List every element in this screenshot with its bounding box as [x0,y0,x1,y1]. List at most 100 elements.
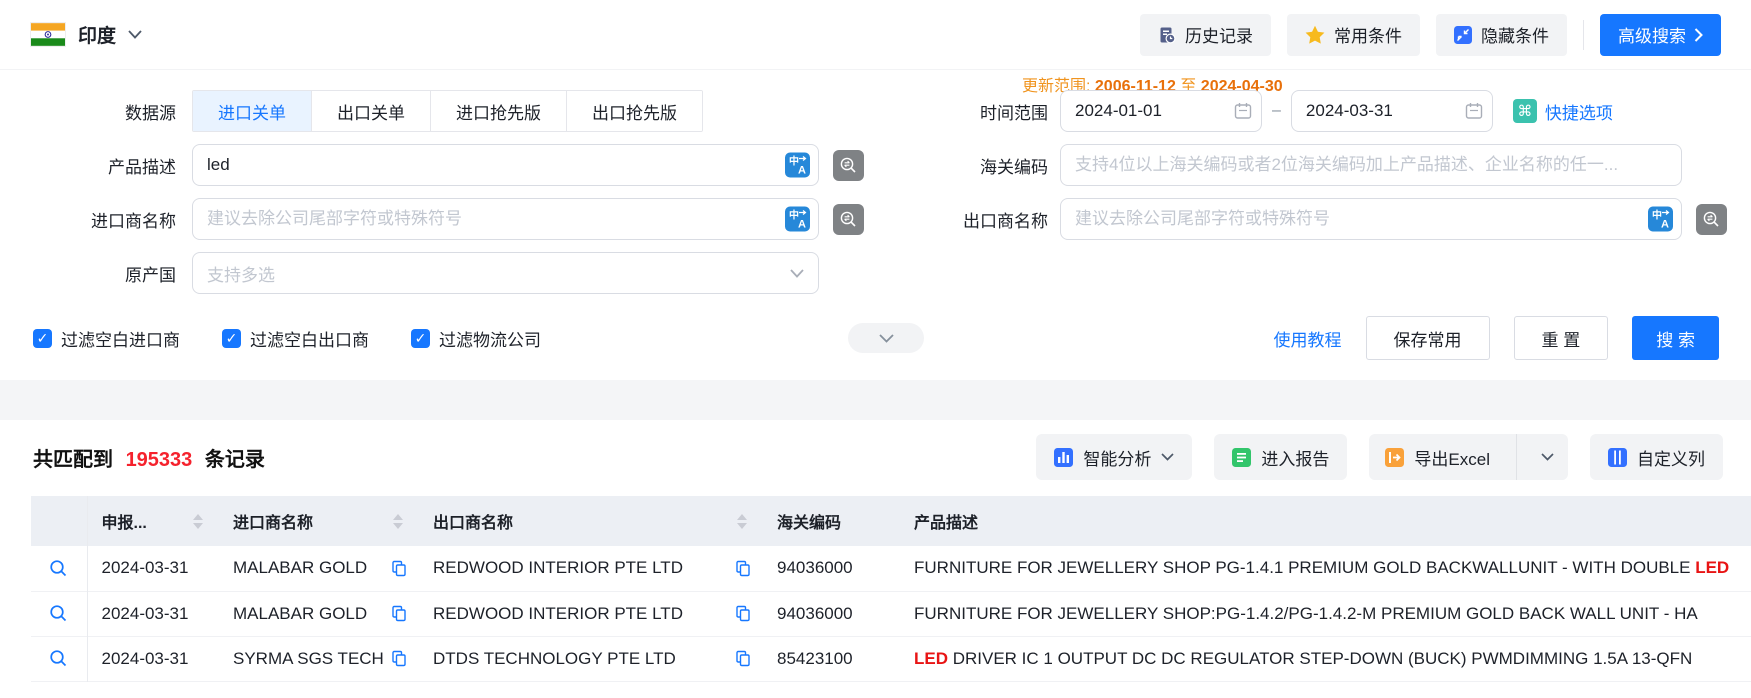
start-date-input[interactable] [1060,90,1262,132]
calendar-icon[interactable] [1234,102,1252,120]
copy-icon[interactable] [391,560,407,577]
table-row: 2024-03-31 SYRMA SGS TECH DTDS TECHNOLOG… [31,636,1751,681]
quick-options-button[interactable]: ⌘ 快捷选项 [1512,99,1613,124]
export-options-caret[interactable] [1527,434,1568,480]
tab-export-preview[interactable]: 出口抢先版 [566,91,702,131]
checkbox-label: 过滤物流公司 [439,330,541,350]
copy-icon[interactable] [391,650,407,667]
hs-code-input[interactable] [1060,144,1682,186]
tab-import-preview[interactable]: 进口抢先版 [430,91,566,131]
header-desc: 产品描述 [900,496,1751,546]
synonym-search-button[interactable] [833,203,864,235]
collapse-form-button[interactable] [848,323,924,353]
header-hs-code: 海关编码 [763,496,900,546]
cell-desc: FURNITURE FOR JEWELLERY SHOP PG-1.4.1 PR… [914,558,1730,578]
favorites-button[interactable]: 常用条件 [1287,13,1420,56]
header-desc-label: 产品描述 [914,515,979,532]
report-icon [1232,447,1252,467]
origin-label: 原产国 [125,265,176,285]
copy-icon[interactable] [735,560,751,577]
hide-conditions-button[interactable]: 隐藏条件 [1436,13,1567,56]
country-selector[interactable]: 印度 [30,21,142,48]
section-divider-band [0,380,1751,420]
row-detail-search-icon[interactable] [49,649,68,668]
advanced-search-label: 高级搜索 [1618,27,1686,46]
origin-select[interactable]: 支持多选 [192,252,819,294]
form-row-3: 进口商名称 中A 出口商名称 中A [0,198,1751,240]
header-date: 申报... [87,496,219,546]
history-button[interactable]: 历史记录 [1140,13,1271,56]
highlight-keyword: LED [1695,558,1730,578]
form-row-4: 原产国 支持多选 [0,252,1751,294]
header-actions [31,496,88,546]
row-detail-search-icon[interactable] [49,604,68,623]
product-desc-label: 产品描述 [108,157,176,177]
search-button[interactable]: 搜 索 [1632,316,1719,360]
chevron-right-icon [1694,27,1703,42]
translate-icon[interactable]: 中A [1648,206,1673,232]
topbar-actions: 历史记录 常用条件 隐藏条件 高级搜索 [1140,13,1721,56]
synonym-search-button[interactable] [1696,203,1727,235]
sort-icon[interactable] [737,513,747,529]
copy-icon[interactable] [391,605,407,622]
translate-icon[interactable]: 中A [785,206,810,232]
india-flag-icon [30,22,66,47]
caret-down-icon [1161,453,1175,461]
row-detail-search-icon[interactable] [49,559,68,578]
smart-analysis-label: 智能分析 [1083,449,1152,469]
excel-icon [1385,447,1405,467]
search-swap-icon [1703,211,1719,227]
topbar: 印度 历史记录 常用条件 隐藏条件 高级搜索 [0,0,1751,70]
export-excel-button[interactable]: 导出Excel [1369,434,1568,480]
hs-code-wrap [1060,144,1682,186]
exporter-label: 出口商名称 [963,211,1048,231]
datasource-tabs: 进口关单 出口关单 进口抢先版 出口抢先版 [192,90,703,132]
cell-desc: FURNITURE FOR JEWELLERY SHOP:PG-1.4.2/PG… [914,603,1698,623]
export-excel-main[interactable]: 导出Excel [1369,434,1506,480]
copy-icon[interactable] [735,605,751,622]
results-section: 共匹配到 195333 条记录 智能分析 进入报告 导出Excel 自定义列 申… [0,420,1751,682]
product-desc-input[interactable] [192,144,819,186]
enter-report-button[interactable]: 进入报告 [1214,434,1348,480]
results-table-wrap: 申报... 进口商名称 出口商名称 海关编码 产品描述 2024-03-31 M… [0,496,1751,682]
search-form: 更新范围: 2006-11-12 至 2024-04-30 数据源 进口关单 出… [0,70,1751,380]
start-date-box [1060,90,1262,132]
tab-export-declaration[interactable]: 出口关单 [311,91,430,131]
sort-icon[interactable] [193,513,203,529]
cell-exporter: DTDS TECHNOLOGY PTE LTD [433,648,676,668]
table-row: 2024-03-31 MALABAR GOLD REDWOOD INTERIOR… [31,591,1751,636]
checkbox-filter-blank-importer[interactable]: 过滤空白进口商 [33,326,180,351]
translate-icon[interactable]: 中A [785,152,810,178]
cell-exporter: REDWOOD INTERIOR PTE LTD [433,603,683,623]
svg-text:A: A [798,219,806,231]
reset-button[interactable]: 重 置 [1513,316,1609,360]
table-row: 2024-03-31 MALABAR GOLD REDWOOD INTERIOR… [31,546,1751,591]
copy-icon[interactable] [735,650,751,667]
customize-columns-button[interactable]: 自定义列 [1590,434,1723,480]
cell-hs-code: 94036000 [777,558,853,578]
sort-icon[interactable] [393,513,403,529]
checkbox-filter-blank-exporter[interactable]: 过滤空白出口商 [222,326,369,351]
cell-hs-code: 94036000 [777,603,853,623]
smart-analysis-button[interactable]: 智能分析 [1036,434,1193,480]
count-prefix: 共匹配到 [33,448,113,471]
header-importer-label: 进口商名称 [233,515,314,532]
advanced-search-button[interactable]: 高级搜索 [1600,13,1721,56]
checkbox-filter-logistics[interactable]: 过滤物流公司 [411,326,541,351]
synonym-search-button[interactable] [833,149,864,181]
checkbox-checked-icon [33,328,52,348]
tab-import-declaration[interactable]: 进口关单 [193,91,311,131]
cell-date: 2024-03-31 [101,558,189,578]
favorites-label: 常用条件 [1334,27,1402,46]
star-icon [1305,25,1325,44]
search-swap-icon [840,211,856,227]
datasource-label: 数据源 [125,103,176,123]
customize-columns-label: 自定义列 [1637,449,1705,469]
tutorial-link[interactable]: 使用教程 [1274,326,1342,351]
save-common-button[interactable]: 保存常用 [1365,316,1490,360]
end-date-input[interactable] [1290,90,1493,132]
calendar-icon[interactable] [1465,102,1483,120]
form-actions: 使用教程 保存常用 重 置 搜 索 [1274,316,1751,360]
importer-input[interactable] [192,198,819,240]
exporter-input[interactable] [1060,198,1682,240]
